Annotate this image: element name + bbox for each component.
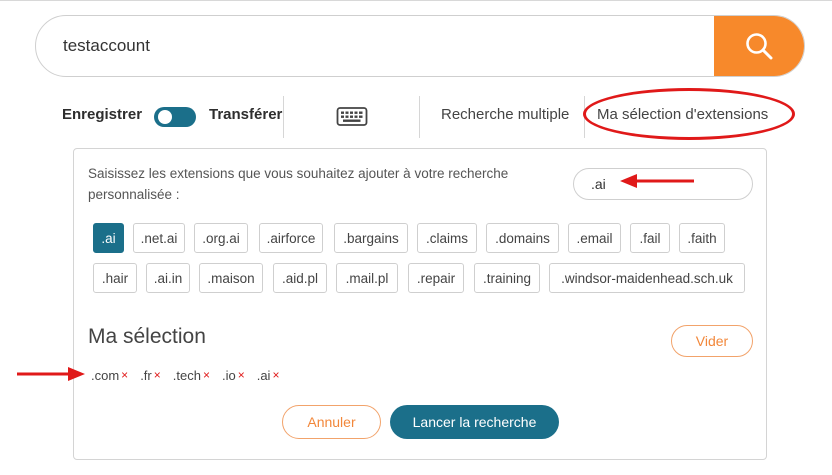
extension-chip[interactable]: .fail xyxy=(630,223,670,253)
keyboard-icon xyxy=(336,107,368,126)
selected-extension-label: .com xyxy=(91,367,120,383)
extension-chip[interactable]: .faith xyxy=(679,223,725,253)
extension-chip[interactable]: .domains xyxy=(486,223,559,253)
selected-extension: .ai × xyxy=(257,365,280,385)
register-label: Enregistrer xyxy=(62,106,143,123)
selected-extension-label: .ai xyxy=(256,367,271,383)
search-options-toolbar: Enregistrer Transférer Recherche multipl… xyxy=(0,96,832,138)
transfer-label: Transférer xyxy=(209,106,283,123)
toolbar-divider xyxy=(419,96,420,138)
extension-chip[interactable]: .mail.pl xyxy=(336,263,398,293)
extension-selection-panel: Saisissez les extensions que vous souhai… xyxy=(73,148,767,460)
multi-search-link[interactable]: Recherche multiple xyxy=(441,106,569,123)
remove-icon[interactable]: × xyxy=(154,368,161,382)
selected-extensions-list: .com × .fr × .tech × .io × .ai × xyxy=(91,365,291,385)
keyboard-button[interactable] xyxy=(336,106,368,128)
extension-chip[interactable]: .training xyxy=(474,263,540,293)
search-button[interactable] xyxy=(714,16,804,76)
remove-icon[interactable]: × xyxy=(272,368,279,382)
selected-extension: .tech × xyxy=(173,365,210,385)
extension-chip[interactable]: .bargains xyxy=(334,223,408,253)
extension-chip[interactable]: .maison xyxy=(199,263,263,293)
extension-chip[interactable]: .ai xyxy=(93,223,124,253)
remove-icon[interactable]: × xyxy=(203,368,210,382)
selected-extension-label: .tech xyxy=(172,367,201,383)
register-transfer-toggle[interactable] xyxy=(154,107,196,127)
search-input[interactable] xyxy=(36,16,716,76)
extension-chip[interactable]: .windsor-maidenhead.sch.uk xyxy=(549,263,745,293)
selected-extension: .com × xyxy=(91,365,128,385)
extension-chip[interactable]: .email xyxy=(568,223,621,253)
selected-extension: .io × xyxy=(222,365,245,385)
panel-description: Saisissez les extensions que vous souhai… xyxy=(88,166,509,202)
extension-chip[interactable]: .ai.in xyxy=(146,263,190,293)
toggle-knob xyxy=(158,110,172,124)
cancel-button[interactable]: Annuler xyxy=(282,405,381,439)
extension-chip[interactable]: .net.ai xyxy=(133,223,185,253)
selected-extension-label: .io xyxy=(221,367,236,383)
selected-extension-label: .fr xyxy=(140,367,152,383)
search-bar xyxy=(35,15,805,77)
toolbar-divider xyxy=(584,96,585,138)
my-extension-selection-link[interactable]: Ma sélection d'extensions xyxy=(597,106,768,123)
my-selection-title: Ma sélection xyxy=(88,325,206,348)
extension-input[interactable] xyxy=(573,168,753,200)
extension-chip[interactable]: .org.ai xyxy=(194,223,248,253)
remove-icon[interactable]: × xyxy=(121,368,128,382)
extension-chip[interactable]: .aid.pl xyxy=(273,263,327,293)
top-divider xyxy=(0,0,832,1)
clear-selection-button[interactable]: Vider xyxy=(671,325,753,357)
extension-chip[interactable]: .claims xyxy=(417,223,477,253)
extension-chip[interactable]: .repair xyxy=(408,263,464,293)
toolbar-divider xyxy=(283,96,284,138)
remove-icon[interactable]: × xyxy=(238,368,245,382)
selected-extension: .fr × xyxy=(140,365,161,385)
launch-search-button[interactable]: Lancer la recherche xyxy=(390,405,559,439)
search-icon xyxy=(746,33,773,60)
extension-chip[interactable]: .hair xyxy=(93,263,137,293)
extension-chip[interactable]: .airforce xyxy=(259,223,323,253)
